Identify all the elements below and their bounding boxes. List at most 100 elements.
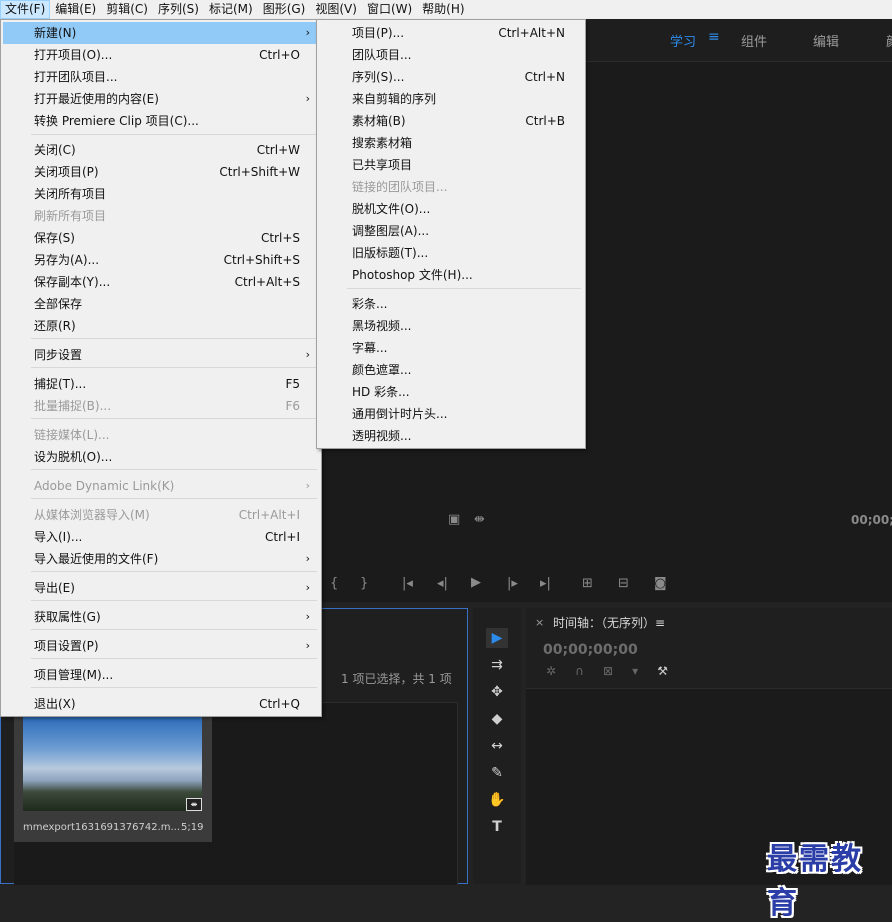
file-menu-item[interactable]: 导出(E) › [3,577,319,599]
type-tool-icon[interactable]: T [486,817,508,837]
file-menu-item[interactable]: 项目设置(P) › [3,635,319,657]
file-menu-item[interactable]: 打开团队项目... [3,66,319,88]
step-forward-icon[interactable]: |▸ [507,576,518,591]
file-menu-item-label: 关闭项目(P) [34,165,99,179]
new-submenu-item[interactable]: 已共享项目 [319,154,583,176]
new-submenu-item[interactable]: 素材箱(B) Ctrl+B [319,110,583,132]
new-submenu-item[interactable]: 通用倒计时片头... [319,403,583,425]
menu-clip[interactable]: 剪辑(C) [101,0,153,19]
new-submenu-item[interactable]: 搜索素材箱 [319,132,583,154]
file-menu-item[interactable]: 项目管理(M)... [3,664,319,686]
file-menu-item[interactable]: 还原(R) [3,315,319,337]
menu-file[interactable]: 文件(F) [0,0,51,19]
workspace-tab-color[interactable]: 颜 [886,31,892,50]
hand-tool-icon[interactable]: ✋ [486,790,508,810]
mark-in-icon[interactable]: { [330,576,338,591]
new-submenu-item[interactable]: 来自剪辑的序列 [319,88,583,110]
new-submenu-item[interactable]: 项目(P)... Ctrl+Alt+N [319,22,583,44]
file-menu-item[interactable]: 捕捉(T)... F5 [3,373,319,395]
new-submenu-item[interactable]: 字幕... [319,337,583,359]
selection-tool-icon[interactable]: ▶ [486,628,508,648]
file-menu-item[interactable]: 获取属性(G) › [3,606,319,628]
file-menu-item: 从媒体浏览器导入(M) Ctrl+Alt+I [3,504,319,526]
file-menu-item[interactable]: 保存(S) Ctrl+S [3,227,319,249]
chevron-right-icon: › [305,348,310,361]
file-menu-item[interactable]: 设为脱机(O)... [3,446,319,468]
new-submenu-item[interactable]: 序列(S)... Ctrl+N [319,66,583,88]
menu-view[interactable]: 视图(V) [310,0,362,19]
close-icon[interactable]: × [535,616,544,629]
file-menu-item[interactable]: 关闭(C) Ctrl+W [3,139,319,161]
new-submenu-item[interactable]: 彩条... [319,293,583,315]
export-frame-icon[interactable]: ▣ [448,512,460,527]
go-to-out-icon[interactable]: ▸| [540,576,551,591]
file-menu-item[interactable]: 新建(N) › [3,22,319,44]
program-timecode: 00;00; [851,513,892,527]
hamburger-icon[interactable]: ≡ [708,29,720,45]
insert-icon[interactable]: ⊞ [582,576,593,591]
file-menu-item[interactable]: 另存为(A)... Ctrl+Shift+S [3,249,319,271]
new-submenu-item-shortcut: Ctrl+N [524,70,565,84]
marker-icon[interactable]: ▾ [632,664,638,678]
overwrite-icon[interactable]: ⊟ [618,576,629,591]
settings-icon[interactable]: ⇼ [474,512,485,527]
new-submenu-item[interactable]: 透明视频... [319,425,583,447]
camera-icon[interactable]: ◙ [654,576,667,591]
slip-tool-icon[interactable]: ↔ [486,736,508,756]
new-submenu-item[interactable]: 脱机文件(O)... [319,198,583,220]
timeline-toolbar: ✲ ∩ ⊠ ▾ ⚒ [546,664,668,678]
nest-icon[interactable]: ✲ [546,664,556,678]
timeline-title[interactable]: 时间轴：（无序列）≡ [553,614,665,631]
file-menu-item[interactable]: 关闭项目(P) Ctrl+Shift+W [3,161,319,183]
go-to-in-icon[interactable]: |◂ [402,576,413,591]
menu-help[interactable]: 帮助(H) [417,0,469,19]
file-menu-item-shortcut: Ctrl+I [265,530,300,544]
workspace-tab-assembly[interactable]: 组件 [741,31,767,50]
mark-out-icon[interactable]: } [360,576,368,591]
menu-separator [31,498,317,499]
file-menu-item[interactable]: 全部保存 [3,293,319,315]
chevron-right-icon: › [305,479,310,492]
track-select-tool-icon[interactable]: ⇉ [486,655,508,675]
file-menu-item-label: 捕捉(T)... [34,377,87,391]
menu-window[interactable]: 窗口(W) [362,0,417,19]
file-menu-item[interactable]: 转换 Premiere Clip 项目(C)... [3,110,319,132]
play-icon[interactable]: ▶ [471,575,481,590]
file-menu-item-label: 关闭所有项目 [34,187,107,201]
new-submenu-item[interactable]: 颜色遮罩... [319,359,583,381]
file-menu-item[interactable]: 导入(I)... Ctrl+I [3,526,319,548]
file-menu-item[interactable]: 打开最近使用的内容(E) › [3,88,319,110]
workspace-tab-learn[interactable]: 学习 [670,31,696,50]
new-submenu-item[interactable]: 黑场视频... [319,315,583,337]
file-menu-item[interactable]: 同步设置 › [3,344,319,366]
file-menu-item[interactable]: 导入最近使用的文件(F) › [3,548,319,570]
snap-icon[interactable]: ∩ [575,664,584,678]
new-submenu: 项目(P)... Ctrl+Alt+N 团队项目... 序列(S)... Ctrl+N 来… [316,19,586,449]
razor-tool-icon[interactable]: ◆ [486,709,508,729]
new-submenu-item[interactable]: 团队项目... [319,44,583,66]
file-menu-item[interactable]: 打开项目(O)... Ctrl+O [3,44,319,66]
new-submenu-item-label: 脱机文件(O)... [352,202,431,216]
file-menu-item[interactable]: 保存副本(Y)... Ctrl+Alt+S [3,271,319,293]
file-menu-item: 链接媒体(L)... [3,424,319,446]
workspace-tab-editing[interactable]: 编辑 [813,31,839,50]
linked-selection-icon[interactable]: ⊠ [603,664,613,678]
wrench-icon[interactable]: ⚒ [657,664,668,678]
menu-graphics[interactable]: 图形(G) [258,0,311,19]
clip-thumbnail[interactable] [23,716,202,811]
file-menu-item[interactable]: 关闭所有项目 [3,183,319,205]
ripple-edit-tool-icon[interactable]: ✥ [486,682,508,702]
pen-tool-icon[interactable]: ✎ [486,763,508,783]
new-submenu-item[interactable]: Photoshop 文件(H)... [319,264,583,286]
new-submenu-item-label: 调整图层(A)... [352,224,430,238]
new-submenu-item[interactable]: 调整图层(A)... [319,220,583,242]
menu-markers[interactable]: 标记(M) [204,0,258,19]
step-back-icon[interactable]: ◂| [437,576,448,591]
file-menu-item-shortcut: Ctrl+S [260,231,300,245]
menu-edit[interactable]: 编辑(E) [50,0,101,19]
new-submenu-item[interactable]: HD 彩条... [319,381,583,403]
new-submenu-item[interactable]: 旧版标题(T)... [319,242,583,264]
file-menu-item[interactable]: 退出(X) Ctrl+Q [3,693,319,715]
file-menu-item-label: 导出(E) [34,581,75,595]
menu-sequence[interactable]: 序列(S) [153,0,204,19]
